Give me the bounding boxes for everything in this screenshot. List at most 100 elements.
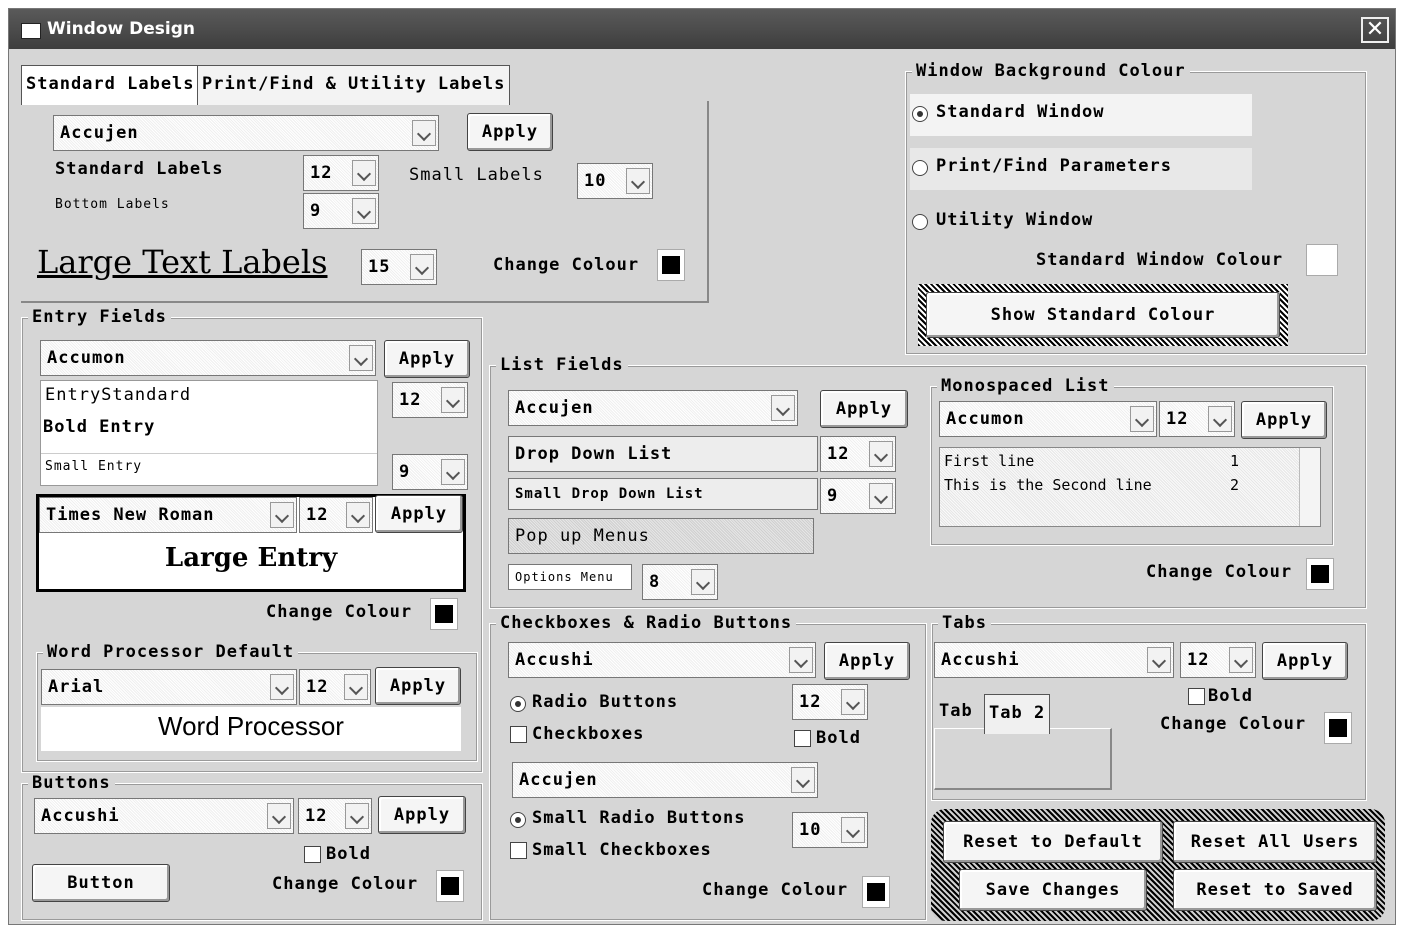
small-drop-down-list[interactable]: Small Drop Down List — [508, 478, 818, 510]
reset-all-users-button[interactable]: Reset All Users — [1173, 821, 1377, 863]
small-drop-down-value: Small Drop Down List — [515, 486, 704, 502]
standard-window-colour-swatch[interactable] — [1306, 244, 1338, 276]
tabs-change-colour-label: Change Colour — [1160, 714, 1307, 734]
tab-sample-1[interactable]: Tab — [934, 692, 978, 728]
list-row-text[interactable]: First line — [944, 452, 1034, 470]
close-button[interactable]: ✕ — [1361, 17, 1389, 43]
check-bold-checkbox[interactable] — [794, 730, 811, 747]
chevron-down-icon — [346, 502, 370, 528]
large-entry-size-select[interactable]: 12 — [299, 497, 373, 533]
check-apply-button[interactable]: Apply — [824, 642, 910, 680]
list-font-select[interactable]: Accujen — [508, 390, 798, 426]
wp-apply-button[interactable]: Apply — [375, 667, 461, 705]
options-size-select[interactable]: 8 — [642, 564, 718, 600]
radio-utility-window[interactable] — [912, 214, 928, 230]
window-background-group: Window Background Colour Standard Window… — [905, 61, 1367, 355]
drop-down-list[interactable]: Drop Down List — [508, 436, 818, 472]
entry-font-select[interactable]: Accumon — [40, 340, 376, 376]
tabs-bold-checkbox[interactable] — [1188, 688, 1205, 705]
labels-font-select[interactable]: Accujen — [53, 115, 439, 151]
monospaced-list-group: Monospaced List Accumon 12 Apply First l… — [930, 376, 1334, 546]
standard-labels-size-select[interactable]: 12 — [303, 155, 379, 191]
list-row-text[interactable]: This is the Second line — [944, 476, 1152, 494]
checkboxes-label: Checkboxes — [532, 724, 645, 744]
tabs-size-select[interactable]: 12 — [1180, 642, 1256, 678]
entry-fields-group: Entry Fields Accumon Apply EntryStandard… — [21, 307, 483, 773]
large-entry-sample[interactable]: Large Entry — [39, 543, 463, 573]
small-checkbox-sample[interactable] — [510, 842, 527, 859]
option-utility-window[interactable]: Utility Window — [910, 202, 1252, 244]
chevron-down-icon — [267, 803, 291, 829]
list-apply-button[interactable]: Apply — [820, 390, 908, 428]
entry-bold-sample[interactable]: Bold Entry — [43, 417, 155, 437]
mono-font-select[interactable]: Accumon — [939, 401, 1157, 437]
large-entry-font-select[interactable]: Times New Roman — [39, 497, 297, 533]
tab-sample-2[interactable]: Tab 2 — [984, 694, 1051, 734]
large-labels-size-value: 15 — [368, 257, 391, 277]
labels-apply-button[interactable]: Apply — [467, 113, 553, 151]
tab-print-find-labels[interactable]: Print/Find & Utility Labels — [197, 65, 511, 105]
buttons-apply-button[interactable]: Apply — [378, 796, 466, 834]
checkbox-sample[interactable] — [510, 726, 527, 743]
check-colour-swatch[interactable] — [862, 876, 890, 908]
popup-menu[interactable]: Pop up Menus — [508, 518, 814, 554]
radio-sample[interactable] — [510, 696, 526, 712]
check-size-select[interactable]: 12 — [792, 684, 868, 720]
mono-size-select[interactable]: 12 — [1159, 401, 1235, 437]
bottom-labels-size-select[interactable]: 9 — [303, 193, 379, 229]
mono-colour-swatch[interactable] — [1306, 558, 1334, 590]
radio-print-find[interactable] — [912, 160, 928, 176]
wp-sample-area[interactable]: Word Processor — [41, 707, 461, 751]
chevron-down-icon — [789, 647, 813, 673]
tab-standard-labels[interactable]: Standard Labels — [21, 65, 200, 105]
option-print-find[interactable]: Print/Find Parameters — [910, 148, 1252, 190]
reset-to-default-button[interactable]: Reset to Default — [943, 821, 1163, 863]
entry-size-select[interactable]: 12 — [392, 382, 468, 418]
reset-to-saved-button[interactable]: Reset to Saved — [1173, 869, 1377, 911]
buttons-colour-swatch[interactable] — [436, 870, 464, 902]
radio-standard-window[interactable] — [912, 106, 928, 122]
monospaced-list[interactable]: First line 1 This is the Second line 2 — [939, 447, 1321, 527]
tabs-colour-swatch[interactable] — [1324, 712, 1352, 744]
radio-buttons-label: Radio Buttons — [532, 692, 679, 712]
drop-down-size-select[interactable]: 12 — [820, 436, 896, 472]
buttons-bold-checkbox[interactable] — [304, 846, 321, 863]
options-menu-value: Options Menu — [515, 570, 614, 584]
labels-colour-swatch[interactable] — [657, 249, 685, 281]
buttons-font-select[interactable]: Accushi — [34, 798, 294, 834]
option-standard-window[interactable]: Standard Window — [910, 94, 1252, 136]
small-radio-sample[interactable] — [510, 812, 526, 828]
small-labels-size-select[interactable]: 10 — [577, 163, 653, 199]
save-changes-button[interactable]: Save Changes — [959, 869, 1147, 911]
large-entry-size-value: 12 — [306, 505, 329, 525]
buttons-size-select[interactable]: 12 — [298, 798, 372, 834]
entry-small-sample[interactable]: Small Entry — [45, 459, 142, 474]
tabs-apply-button[interactable]: Apply — [1262, 642, 1348, 680]
small-drop-size-select[interactable]: 9 — [820, 478, 896, 514]
large-entry-apply-button[interactable]: Apply — [375, 495, 463, 533]
chevron-down-icon — [771, 395, 795, 421]
window-menu-icon[interactable] — [21, 23, 41, 39]
large-labels-size-select[interactable]: 15 — [361, 249, 437, 285]
check-font2-select[interactable]: Accujen — [512, 762, 818, 798]
entry-apply-button[interactable]: Apply — [384, 340, 470, 378]
show-standard-colour-button[interactable]: Show Standard Colour — [926, 292, 1280, 338]
tabs-font-select[interactable]: Accushi — [934, 642, 1174, 678]
chevron-down-icon — [1147, 647, 1171, 673]
check-font-select[interactable]: Accushi — [508, 642, 816, 678]
buttons-group: Buttons Accushi 12 Apply Bold Button Cha… — [21, 773, 483, 921]
options-menu[interactable]: Options Menu — [508, 564, 632, 590]
entry-colour-swatch[interactable] — [430, 598, 458, 630]
chevron-down-icon — [441, 387, 465, 413]
entry-samples: EntryStandard Bold Entry Small Entry — [40, 380, 378, 486]
wp-size-select[interactable]: 12 — [299, 669, 371, 705]
check-size2-value: 10 — [799, 820, 822, 840]
entry-small-size-select[interactable]: 9 — [392, 454, 468, 490]
list-scrollbar[interactable] — [1299, 448, 1320, 526]
sample-button[interactable]: Button — [32, 864, 170, 902]
entry-standard-sample[interactable]: EntryStandard — [45, 385, 191, 405]
wp-font-select[interactable]: Arial — [41, 669, 297, 705]
check-size2-select[interactable]: 10 — [792, 812, 868, 848]
mono-apply-button[interactable]: Apply — [1241, 401, 1327, 439]
wp-sample: Word Processor — [158, 711, 344, 741]
